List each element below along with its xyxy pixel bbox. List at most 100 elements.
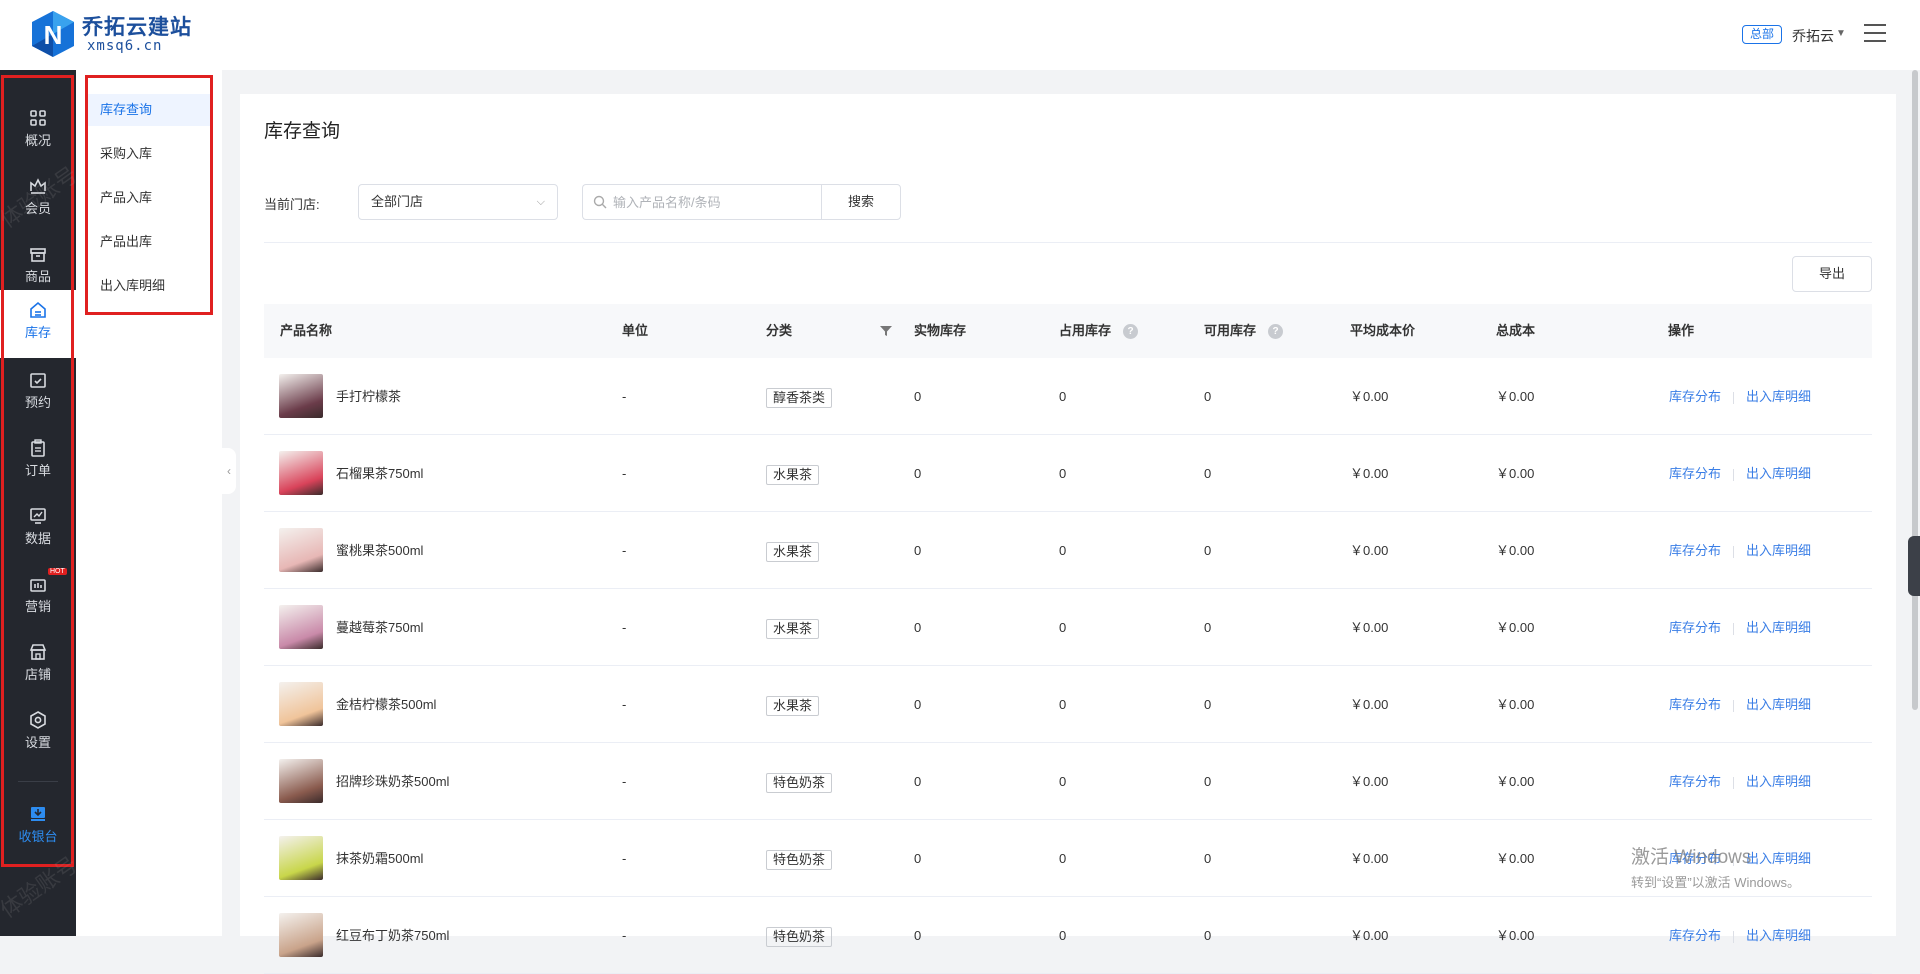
rail-item-label: 收银台	[18, 829, 58, 844]
stock-distribution-link[interactable]: 库存分布	[1669, 851, 1721, 866]
stock-distribution-link[interactable]: 库存分布	[1669, 774, 1721, 789]
rail-item-shop[interactable]: 店铺	[0, 632, 76, 700]
stock-distribution-link[interactable]: 库存分布	[1669, 620, 1721, 635]
product-name: 手打柠檬茶	[336, 389, 402, 404]
inout-detail-link[interactable]: 出入库明细	[1746, 543, 1811, 558]
available-stock-cell: 0	[1204, 389, 1212, 404]
inout-detail-link[interactable]: 出入库明细	[1746, 774, 1811, 789]
category-cell: 特色奶茶	[766, 743, 833, 820]
search-field[interactable]	[582, 184, 822, 220]
search-input[interactable]	[613, 191, 813, 213]
rail-item-settings[interactable]: 设置	[0, 700, 76, 768]
category-cell: 水果茶	[766, 512, 820, 589]
link-divider	[1733, 468, 1735, 481]
category-tag: 特色奶茶	[766, 772, 833, 793]
calendar-check-icon	[30, 373, 46, 388]
inout-detail-link[interactable]: 出入库明细	[1746, 389, 1811, 404]
link-divider	[1733, 622, 1735, 635]
side-float-tab[interactable]	[1908, 536, 1920, 596]
unit-cell: -	[622, 389, 627, 404]
inout-detail-link[interactable]: 出入库明细	[1746, 851, 1811, 866]
inout-detail-link[interactable]: 出入库明细	[1746, 466, 1811, 481]
unit-cell: -	[622, 466, 627, 481]
collapse-sidebar-handle[interactable]: ‹	[222, 448, 236, 494]
stock-distribution-link[interactable]: 库存分布	[1669, 466, 1721, 481]
rail-item-chart-monitor[interactable]: 数据	[0, 496, 76, 564]
page-title: 库存查询	[264, 121, 341, 142]
avg-cost-cell: ￥0.00	[1350, 389, 1389, 404]
rail-divider	[18, 781, 58, 782]
stock-distribution-link[interactable]: 库存分布	[1669, 389, 1721, 404]
avg-cost-cell: ￥0.00	[1350, 697, 1389, 712]
product-name: 蜜桃果茶500ml	[336, 543, 424, 558]
submenu-item[interactable]: 采购入库	[86, 138, 212, 170]
actions-cell: 库存分布 出入库明细	[1669, 435, 1811, 512]
hamburger-menu-icon[interactable]	[1864, 24, 1886, 42]
table-row: 蜜桃果茶500ml - 水果茶 0 0 0 ￥0.00 ￥0.00 库存分布 出入库明细	[264, 512, 1872, 589]
filter-icon[interactable]	[880, 325, 892, 337]
col-header-occupied-label: 占用库存	[1059, 323, 1112, 338]
col-header-occupied-stock: 占用库存?	[1059, 304, 1139, 358]
rail-item-cashier[interactable]: 收银台	[0, 794, 76, 862]
occupied-stock-cell: 0	[1059, 389, 1067, 404]
rail-item-marketing[interactable]: 营销 HOT	[0, 564, 76, 632]
rail-item-label: 数据	[24, 531, 51, 546]
category-cell: 特色奶茶	[766, 820, 833, 897]
rail-item-crown[interactable]: 会员	[0, 166, 76, 234]
submenu-item[interactable]: 出入库明细	[86, 270, 212, 302]
inventory-icon	[30, 301, 46, 318]
available-stock-cell: 0	[1204, 697, 1212, 712]
caret-down-icon[interactable]: ▼	[1836, 28, 1846, 39]
help-icon[interactable]: ?	[1268, 324, 1284, 340]
product-thumbnail	[279, 759, 323, 803]
stock-distribution-link[interactable]: 库存分布	[1669, 543, 1721, 558]
actions-cell: 库存分布 出入库明细	[1669, 589, 1811, 666]
product-thumbnail	[279, 374, 323, 418]
rail-item-label: 营销	[24, 599, 51, 614]
rail-item-label: 概况	[24, 133, 51, 148]
rail-item-overview-grid[interactable]: 概况	[0, 98, 76, 166]
col-header-name: 产品名称	[280, 323, 333, 338]
product-thumbnail	[279, 682, 323, 726]
occupied-stock-cell: 0	[1059, 543, 1067, 558]
submenu-item[interactable]: 库存查询	[86, 94, 212, 126]
available-stock-cell: 0	[1204, 543, 1212, 558]
total-cost-cell: ￥0.00	[1496, 620, 1535, 635]
link-divider	[1733, 699, 1735, 712]
user-menu[interactable]: 乔拓云	[1792, 26, 1834, 46]
rail-item-clipboard[interactable]: 订单	[0, 428, 76, 496]
help-icon[interactable]: ?	[1123, 324, 1139, 340]
rail-item-calendar-check[interactable]: 预约	[0, 360, 76, 428]
rail-item-inventory[interactable]: 库存	[0, 290, 76, 358]
product-thumbnail	[279, 913, 323, 957]
col-header-physical-stock: 实物库存	[914, 323, 967, 338]
submenu-item[interactable]: 产品出库	[86, 226, 212, 258]
search-button[interactable]: 搜索	[821, 184, 901, 220]
physical-stock-cell: 0	[914, 774, 922, 789]
divider	[264, 242, 1872, 243]
rail-item-label: 预约	[24, 395, 51, 410]
marketing-icon	[30, 579, 46, 592]
export-button[interactable]: 导出	[1792, 256, 1872, 292]
submenu-item[interactable]: 产品入库	[86, 182, 212, 214]
logo-icon: N	[32, 11, 74, 57]
cashier-icon	[31, 807, 45, 821]
col-header-total-cost: 总成本	[1496, 323, 1536, 338]
page-scrollbar[interactable]	[1912, 70, 1918, 710]
physical-stock-cell: 0	[914, 697, 922, 712]
category-tag: 水果茶	[766, 618, 820, 639]
rail-item-label: 库存	[24, 325, 51, 340]
inout-detail-link[interactable]: 出入库明细	[1746, 697, 1811, 712]
available-stock-cell: 0	[1204, 851, 1212, 866]
inout-detail-link[interactable]: 出入库明细	[1746, 620, 1811, 635]
product-name: 金桔柠檬茶500ml	[336, 697, 437, 712]
total-cost-cell: ￥0.00	[1496, 774, 1535, 789]
table-row: 石榴果茶750ml - 水果茶 0 0 0 ￥0.00 ￥0.00 库存分布 出入库明细	[264, 435, 1872, 512]
stock-distribution-link[interactable]: 库存分布	[1669, 697, 1721, 712]
category-tag: 特色奶茶	[766, 926, 833, 947]
rail-item-label: 订单	[24, 463, 51, 478]
category-tag: 醇香茶类	[766, 387, 833, 408]
search-icon	[593, 195, 607, 209]
total-cost-cell: ￥0.00	[1496, 389, 1535, 404]
store-select[interactable]: 全部门店 ⌵	[358, 184, 558, 220]
